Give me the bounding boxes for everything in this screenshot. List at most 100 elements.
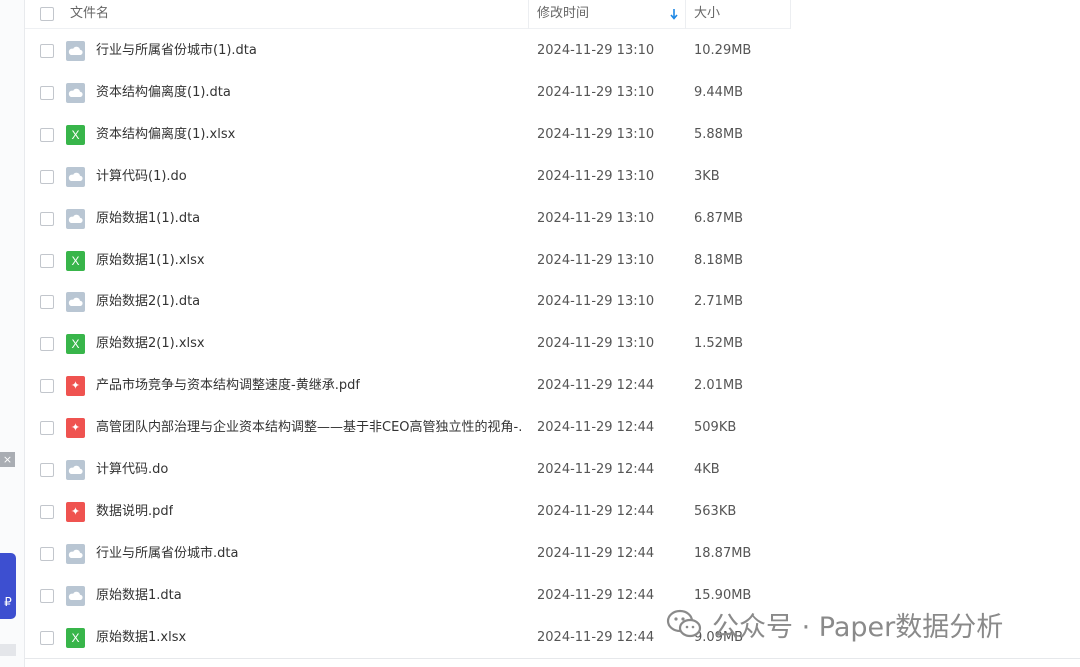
file-list: 文件名 修改时间 大小 行业与所属省份城市(1).dta 2024-11-29 1… (25, 0, 1080, 667)
file-size: 6.87MB (694, 210, 744, 226)
file-name[interactable]: 计算代码.do (96, 449, 168, 491)
list-bottom-border (25, 658, 1080, 659)
file-modified-time: 2024-11-29 13:10 (537, 294, 655, 310)
row-checkbox[interactable] (40, 211, 54, 226)
watermark: 公众号 · Paper数据分析 (666, 604, 1003, 644)
file-name[interactable]: 数据说明.pdf (96, 491, 173, 533)
row-checkbox[interactable] (40, 337, 54, 352)
file-name[interactable]: 原始数据1(1).dta (96, 198, 200, 240)
file-row[interactable]: 计算代码(1).do 2024-11-29 13:10 3KB (25, 156, 1080, 198)
file-name[interactable]: 行业与所属省份城市.dta (96, 533, 238, 575)
side-app-icon[interactable]: ₽ (0, 553, 16, 619)
file-size: 9.44MB (694, 84, 744, 100)
left-panel-bottom (0, 644, 16, 656)
excel-file-icon: X (66, 124, 85, 145)
watermark-text: 公众号 · Paper数据分析 (712, 611, 1004, 643)
file-modified-time: 2024-11-29 13:10 (537, 84, 655, 100)
cloud-file-icon (66, 585, 85, 606)
file-row[interactable]: 行业与所属省份城市(1).dta 2024-11-29 13:10 10.29MB (25, 30, 1080, 72)
row-checkbox[interactable] (40, 630, 54, 645)
file-name[interactable]: 原始数据1.dta (96, 575, 182, 617)
row-checkbox[interactable] (40, 295, 54, 310)
file-size: 8.18MB (694, 252, 744, 268)
file-size: 10.29MB (694, 43, 752, 58)
file-modified-time: 2024-11-29 13:10 (537, 43, 655, 58)
row-checkbox[interactable] (40, 127, 54, 142)
row-checkbox[interactable] (40, 588, 54, 603)
row-checkbox[interactable] (40, 504, 54, 519)
cloud-file-icon (66, 41, 85, 61)
file-modified-time: 2024-11-29 13:10 (537, 126, 655, 142)
file-name[interactable]: 高管团队内部治理与企业资本结构调整——基于非CEO高管独立性的视角-... (96, 407, 521, 449)
file-size: 2.71MB (694, 294, 744, 310)
row-checkbox[interactable] (40, 44, 54, 58)
row-checkbox[interactable] (40, 169, 54, 184)
file-size: 5.88MB (694, 126, 744, 142)
pdf-file-icon: ✦ (66, 501, 85, 522)
column-header-name[interactable]: 文件名 (70, 0, 109, 29)
pdf-file-icon: ✦ (66, 376, 85, 397)
file-modified-time: 2024-11-29 12:44 (537, 629, 655, 645)
file-row[interactable]: 资本结构偏离度(1).dta 2024-11-29 13:10 9.44MB (25, 72, 1080, 114)
cloud-file-icon (66, 292, 85, 313)
file-size: 563KB (694, 503, 737, 519)
excel-file-icon: X (66, 334, 85, 355)
excel-file-icon: X (66, 627, 85, 648)
row-checkbox[interactable] (40, 253, 54, 268)
file-row[interactable]: X 原始数据1(1).xlsx 2024-11-29 13:10 8.18MB (25, 240, 1080, 282)
row-checkbox[interactable] (40, 546, 54, 561)
file-row[interactable]: 计算代码.do 2024-11-29 12:44 4KB (25, 449, 1080, 491)
file-size: 18.87MB (694, 545, 752, 561)
file-modified-time: 2024-11-29 13:10 (537, 210, 655, 226)
file-name[interactable]: 资本结构偏离度(1).dta (96, 72, 231, 114)
excel-file-icon: X (66, 250, 85, 271)
file-size: 1.52MB (694, 336, 744, 352)
column-header-time[interactable]: 修改时间 (537, 0, 589, 29)
column-divider[interactable] (528, 0, 529, 29)
file-list-header: 文件名 修改时间 大小 (25, 0, 791, 29)
close-icon[interactable]: × (0, 452, 15, 467)
file-row[interactable]: 原始数据2(1).dta 2024-11-29 13:10 2.71MB (25, 281, 1080, 323)
file-name[interactable]: 原始数据2(1).xlsx (96, 323, 205, 365)
file-modified-time: 2024-11-29 12:44 (537, 378, 655, 394)
select-all-checkbox[interactable] (40, 7, 54, 21)
file-size: 4KB (694, 462, 720, 477)
file-size: 2.01MB (694, 378, 744, 394)
file-modified-time: 2024-11-29 12:44 (537, 545, 655, 561)
row-checkbox[interactable] (40, 463, 54, 477)
file-size: 3KB (694, 168, 720, 184)
row-checkbox[interactable] (40, 85, 54, 100)
file-name[interactable]: 计算代码(1).do (96, 156, 187, 198)
file-row[interactable]: ✦ 产品市场竞争与资本结构调整速度-黄继承.pdf 2024-11-29 12:44… (25, 365, 1080, 407)
file-row[interactable]: X 资本结构偏离度(1).xlsx 2024-11-29 13:10 5.88MB (25, 114, 1080, 156)
file-name[interactable]: 原始数据2(1).dta (96, 281, 200, 323)
file-row[interactable]: 行业与所属省份城市.dta 2024-11-29 12:44 18.87MB (25, 533, 1080, 575)
pdf-file-icon: ✦ (66, 418, 85, 439)
file-name[interactable]: 原始数据1(1).xlsx (96, 240, 205, 282)
column-header-size[interactable]: 大小 (694, 0, 720, 29)
file-name[interactable]: 原始数据1.xlsx (96, 617, 186, 659)
row-checkbox[interactable] (40, 379, 54, 394)
file-name[interactable]: 产品市场竞争与资本结构调整速度-黄继承.pdf (96, 365, 360, 407)
cloud-file-icon (66, 208, 85, 229)
cloud-file-icon (66, 166, 85, 187)
cloud-file-icon (66, 460, 85, 480)
sort-descending-icon[interactable] (669, 7, 679, 21)
file-modified-time: 2024-11-29 12:44 (537, 420, 655, 436)
file-modified-time: 2024-11-29 12:44 (537, 587, 655, 603)
file-name[interactable]: 资本结构偏离度(1).xlsx (96, 114, 235, 156)
row-checkbox[interactable] (40, 421, 54, 436)
file-name[interactable]: 行业与所属省份城市(1).dta (96, 30, 257, 72)
file-row[interactable]: ✦ 高管团队内部治理与企业资本结构调整——基于非CEO高管独立性的视角-... 20… (25, 407, 1080, 449)
file-row[interactable]: 原始数据1(1).dta 2024-11-29 13:10 6.87MB (25, 198, 1080, 240)
column-divider[interactable] (790, 0, 791, 29)
file-modified-time: 2024-11-29 13:10 (537, 168, 655, 184)
column-divider[interactable] (685, 0, 686, 29)
file-row[interactable]: ✦ 数据说明.pdf 2024-11-29 12:44 563KB (25, 491, 1080, 533)
cloud-file-icon (66, 543, 85, 564)
file-modified-time: 2024-11-29 13:10 (537, 252, 655, 268)
cloud-file-icon (66, 82, 85, 103)
file-modified-time: 2024-11-29 12:44 (537, 503, 655, 519)
file-modified-time: 2024-11-29 13:10 (537, 336, 655, 352)
file-row[interactable]: X 原始数据2(1).xlsx 2024-11-29 13:10 1.52MB (25, 323, 1080, 365)
